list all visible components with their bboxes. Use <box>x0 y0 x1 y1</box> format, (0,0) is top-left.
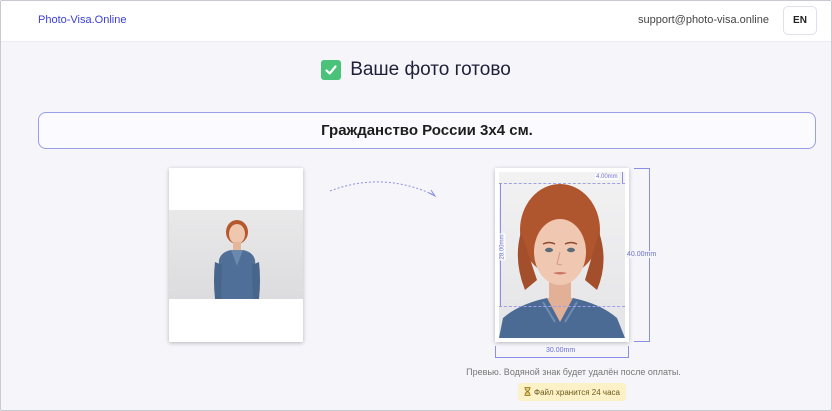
original-photo-card <box>169 168 303 342</box>
height-dimension-label: 40.00mm <box>626 251 658 258</box>
width-dimension-label: 30.00mm <box>545 347 577 354</box>
brand-logo-link[interactable]: Photo-Visa.Online <box>38 14 126 26</box>
checkmark-icon <box>321 60 342 80</box>
arrow-icon <box>329 181 437 198</box>
top-margin-line <box>622 172 623 183</box>
preview-note: Превью. Водяной знак будет удалён после … <box>466 367 681 377</box>
top-guide-line <box>499 183 625 184</box>
width-tick-left <box>495 346 496 358</box>
support-email-link[interactable]: support@photo-visa.online <box>638 14 769 26</box>
width-tick-right <box>628 346 629 358</box>
page-frame: Photo-Visa.Online support@photo-visa.onl… <box>0 0 832 411</box>
width-dimension-line <box>495 357 629 358</box>
height-tick-bottom <box>634 341 650 342</box>
document-type-title: Гражданство России 3x4 см. <box>321 122 533 139</box>
hourglass-icon <box>524 386 531 398</box>
page-heading: Ваше фото готово <box>1 59 831 81</box>
original-photo <box>169 210 303 299</box>
result-photo <box>499 172 625 338</box>
top-bar: Photo-Visa.Online support@photo-visa.onl… <box>1 1 831 42</box>
result-photo-card: 4.00mm 28.00mm <box>495 168 629 342</box>
language-switch-button[interactable]: EN <box>783 6 817 35</box>
document-type-box: Гражданство России 3x4 см. <box>38 112 816 149</box>
storage-badge: Файл хранится 24 часа <box>518 383 626 401</box>
height-tick-top <box>634 168 650 169</box>
chin-guide-line <box>499 306 625 307</box>
page-title: Ваше фото готово <box>350 59 511 80</box>
top-margin-label: 4.00mm <box>595 174 619 180</box>
storage-badge-label: Файл хранится 24 часа <box>534 387 620 397</box>
face-height-label: 28.00mm <box>499 233 506 261</box>
